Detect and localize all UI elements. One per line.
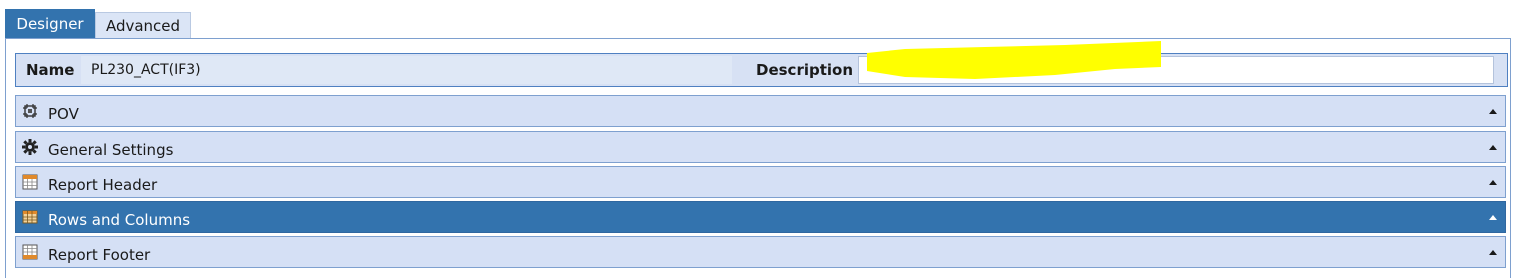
rows-columns-icon — [22, 209, 38, 225]
section-report-header[interactable]: Report Header — [15, 166, 1506, 198]
report-header-icon — [22, 174, 38, 190]
section-rows-and-columns[interactable]: Rows and Columns — [15, 201, 1506, 233]
tab-designer[interactable]: Designer — [5, 9, 95, 39]
gear-icon — [22, 139, 38, 155]
description-label: Description — [756, 61, 854, 79]
section-title: Report Header — [48, 176, 158, 194]
section-title: Report Footer — [48, 246, 151, 264]
redaction-highlight — [867, 41, 1161, 79]
section-title: POV — [48, 105, 79, 123]
section-pov[interactable]: POV — [15, 95, 1506, 127]
designer-panel: Name PL230_ACT(IF3) Description POV Gene… — [5, 38, 1511, 278]
collapse-caret-icon[interactable] — [1489, 215, 1497, 220]
section-report-footer[interactable]: Report Footer — [15, 236, 1506, 268]
collapse-caret-icon[interactable] — [1489, 145, 1497, 150]
name-field[interactable]: PL230_ACT(IF3) — [81, 56, 732, 84]
collapse-caret-icon[interactable] — [1489, 250, 1497, 255]
name-label: Name — [26, 61, 75, 79]
report-footer-icon — [22, 244, 38, 260]
section-title: Rows and Columns — [48, 211, 191, 229]
collapse-caret-icon[interactable] — [1489, 109, 1497, 114]
section-general-settings[interactable]: General Settings — [15, 131, 1506, 163]
pov-icon — [22, 103, 38, 119]
collapse-caret-icon[interactable] — [1489, 180, 1497, 185]
name-description-row: Name PL230_ACT(IF3) Description — [15, 53, 1508, 87]
section-title: General Settings — [48, 141, 174, 159]
tab-advanced[interactable]: Advanced — [95, 12, 191, 39]
